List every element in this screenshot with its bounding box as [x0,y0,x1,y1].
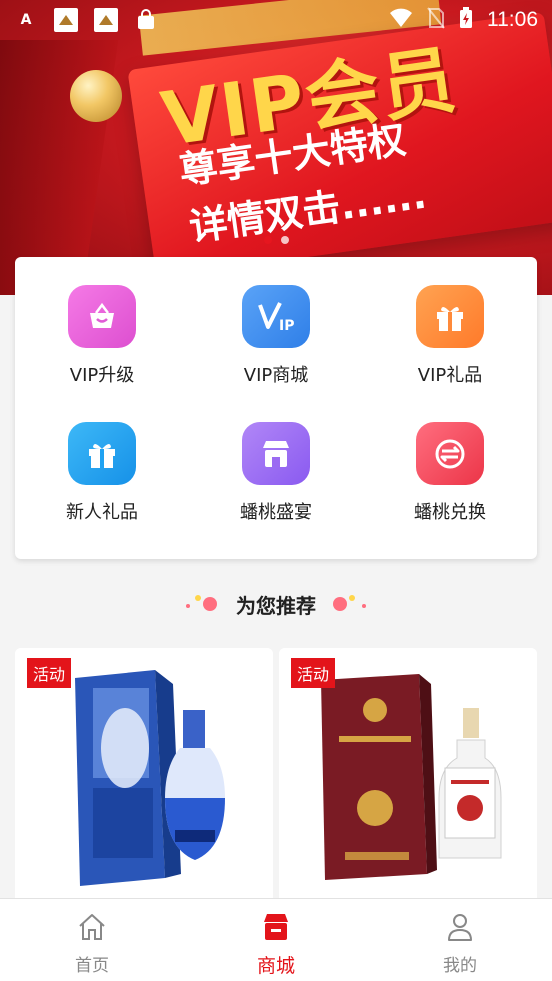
basket-icon [68,285,136,348]
wifi-icon [389,8,413,32]
tab-mine[interactable]: 我的 [368,899,552,981]
notification-image-icon-2 [94,8,118,32]
gold-ball-decoration [70,70,122,122]
store-icon [242,422,310,485]
menu-item-label: 蟠桃兑换 [414,502,486,523]
menu-item-vip-mall[interactable]: IP VIP商城 [189,257,363,387]
tab-label: 商城 [256,955,295,977]
menu-item-label: 新人礼品 [66,502,138,523]
decorative-bubbles-icon-2 [330,590,370,618]
home-icon [76,911,108,947]
vip-icon: IP [242,285,310,348]
tab-label: 我的 [443,956,477,976]
exchange-icon [416,422,484,485]
font-a-icon: A [20,12,32,28]
menu-item-newbie-gifts[interactable]: 新人礼品 [15,394,189,524]
vip-banner[interactable]: VIP会员 尊享十大特权 详情双击...... [0,0,552,295]
menu-item-vip-upgrade[interactable]: VIP升级 [15,257,189,387]
activity-tag: 活动 [27,658,72,688]
menu-item-label: VIP商城 [243,365,309,386]
menu-item-label: VIP升级 [69,365,135,386]
vip-menu-card: VIP升级 IP VIP商城 VIP礼品 新人礼品 蟠桃盛宴 蟠桃兑换 [15,257,537,559]
decorative-bubbles-icon [182,590,222,618]
pagination-dot-active[interactable] [263,236,272,244]
pagination-dot[interactable] [280,236,289,244]
shopping-bag-icon [134,8,158,32]
shop-icon [260,911,292,947]
recommend-heading: 为您推荐 [0,586,552,622]
bottom-tab-bar: 首页 商城 我的 [0,898,552,981]
svg-text:IP: IP [279,318,294,334]
product-card[interactable]: 活动 [279,648,537,908]
tab-mall[interactable]: 商城 [184,899,368,981]
notification-image-icon [54,8,78,32]
no-sim-icon [427,7,445,33]
tab-home[interactable]: 首页 [0,899,184,981]
battery-charging-icon [459,7,473,33]
recommend-title: 为您推荐 [236,593,316,618]
menu-item-vip-gifts[interactable]: VIP礼品 [363,257,537,387]
user-icon [444,911,476,947]
gift-icon [68,422,136,485]
menu-item-peach-feast[interactable]: 蟠桃盛宴 [189,394,363,524]
menu-item-label: 蟠桃盛宴 [240,502,312,523]
gift-icon [416,285,484,348]
menu-item-label: VIP礼品 [417,365,483,386]
status-bar: A 11:06 [0,0,552,40]
product-card[interactable]: 活动 [15,648,273,908]
banner-pagination [0,236,552,244]
tab-label: 首页 [75,956,109,976]
activity-tag: 活动 [291,658,336,688]
status-time: 11:06 [487,8,538,31]
menu-item-peach-exchange[interactable]: 蟠桃兑换 [363,394,537,524]
